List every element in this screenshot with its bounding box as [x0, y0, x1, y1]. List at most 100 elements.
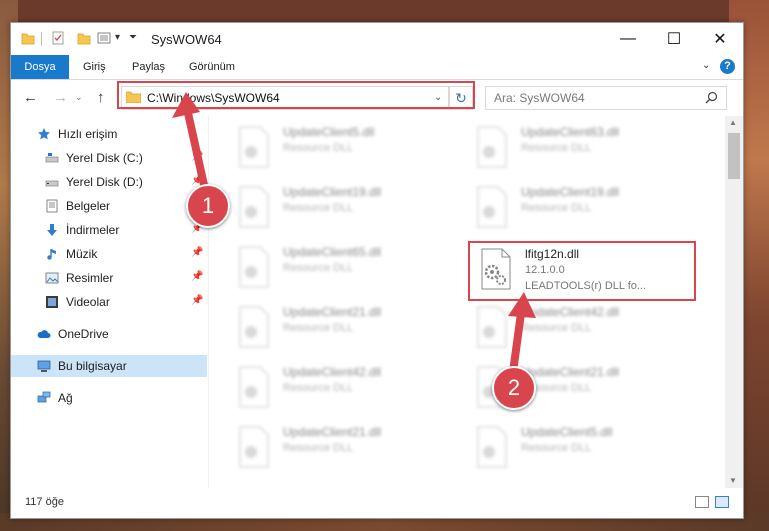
- vertical-scrollbar[interactable]: ▲ ▼: [725, 116, 743, 488]
- dll-file-icon: [239, 366, 269, 408]
- sidebar-item-label: Hızlı erişim: [58, 127, 118, 141]
- documents-icon: [46, 199, 58, 213]
- chevron-down-icon[interactable]: ▾: [115, 32, 120, 43]
- file-type: Resource DLL: [283, 142, 354, 154]
- help-icon[interactable]: ?: [720, 59, 735, 74]
- scroll-down-icon[interactable]: ▼: [729, 476, 737, 485]
- sidebar-item-label: Yerel Disk (D:): [66, 175, 143, 189]
- file-name: UpdateClient42.dll: [521, 305, 620, 319]
- sidebar-item-pictures[interactable]: Resimler 📌: [11, 267, 207, 289]
- file-tile[interactable]: UpdateClient65.dll Resource DLL: [231, 242, 461, 292]
- forward-arrow-icon[interactable]: →: [53, 89, 68, 106]
- video-icon: [46, 296, 58, 308]
- search-input[interactable]: Ara: SysWOW64: [485, 86, 727, 110]
- callout-badge-1: 1: [186, 184, 230, 228]
- sidebar-item-label: Videolar: [66, 295, 110, 309]
- pin-icon[interactable]: 📌: [191, 247, 203, 258]
- computer-icon: [37, 360, 51, 372]
- pin-icon[interactable]: 📌: [191, 271, 203, 282]
- file-name: UpdateClient21.dll: [283, 305, 382, 319]
- file-tile[interactable]: UpdateClient5.dll Resource DLL: [469, 422, 699, 472]
- sidebar-item-videos[interactable]: Videolar 📌: [11, 291, 207, 313]
- drive-icon: [45, 153, 59, 163]
- pin-icon[interactable]: 📌: [191, 295, 203, 306]
- file-type: Resource DLL: [521, 442, 592, 454]
- close-button[interactable]: ✕: [697, 23, 743, 55]
- tab-file[interactable]: Dosya: [11, 55, 69, 79]
- file-tile[interactable]: UpdateClient42.dll Resource DLL: [469, 302, 699, 352]
- file-type: Resource DLL: [521, 142, 592, 154]
- file-tile[interactable]: UpdateClient63.dll Resource DLL: [469, 122, 699, 172]
- file-type: Resource DLL: [283, 382, 354, 394]
- file-name: UpdateClient19.dll: [521, 185, 620, 199]
- file-name: UpdateClient19.dll: [283, 185, 382, 199]
- scrollbar-thumb[interactable]: [728, 133, 740, 179]
- customize-icon[interactable]: [97, 31, 111, 45]
- folder-icon[interactable]: [21, 31, 35, 45]
- sidebar-item-onedrive[interactable]: OneDrive: [11, 323, 207, 345]
- download-icon: [47, 224, 57, 236]
- sidebar-item-downloads[interactable]: İndirmeler 📌: [11, 219, 207, 241]
- sidebar-item-label: OneDrive: [58, 327, 109, 341]
- callout-badge-2: 2: [492, 366, 536, 410]
- sidebar-item-network[interactable]: Ağ: [11, 387, 207, 409]
- file-tile[interactable]: UpdateClient19.dll Resource DLL: [231, 182, 461, 232]
- file-tile[interactable]: UpdateClient21.dll Resource DLL: [231, 302, 461, 352]
- explorer-window: ▾ ⏷ SysWOW64 — ☐ ✕ Dosya Giriş Paylaş Gö…: [10, 22, 744, 519]
- dll-file-icon: [477, 126, 507, 168]
- sidebar-item-quick-access[interactable]: Hızlı erişim: [11, 123, 207, 145]
- tab-home[interactable]: Giriş: [83, 55, 106, 79]
- back-arrow-icon[interactable]: ←: [23, 89, 38, 106]
- pictures-icon: [45, 272, 59, 284]
- dll-file-icon: [239, 246, 269, 288]
- quick-access-dropdown-icon[interactable]: ⏷: [129, 32, 137, 43]
- file-highlight-box: [468, 241, 696, 301]
- minimize-button[interactable]: —: [605, 23, 651, 55]
- sidebar-item-this-pc[interactable]: Bu bilgisayar: [11, 355, 207, 377]
- music-icon: [47, 249, 56, 260]
- sidebar-item-local-disk-c[interactable]: Yerel Disk (C:) 📌: [11, 147, 207, 169]
- sidebar-item-label: Bu bilgisayar: [58, 359, 127, 373]
- title-bar: ▾ ⏷ SysWOW64 — ☐ ✕: [11, 23, 743, 55]
- drive-icon: [45, 180, 59, 187]
- details-view-icon[interactable]: [695, 496, 709, 508]
- file-tile[interactable]: UpdateClient42.dll Resource DLL: [231, 362, 461, 412]
- maximize-button[interactable]: ☐: [651, 23, 697, 55]
- recent-locations-icon[interactable]: ⌄: [75, 92, 83, 103]
- sidebar-item-label: Ağ: [58, 391, 73, 405]
- expand-ribbon-icon[interactable]: ⌄: [702, 60, 710, 71]
- dll-file-icon: [477, 306, 507, 348]
- scroll-up-icon[interactable]: ▲: [729, 118, 737, 127]
- search-icon: [705, 91, 718, 104]
- sidebar-item-music[interactable]: Müzik 📌: [11, 243, 207, 265]
- sidebar-item-documents[interactable]: Belgeler 📌: [11, 195, 207, 217]
- file-name: UpdateClient42.dll: [283, 365, 382, 379]
- address-highlight-box: [117, 81, 475, 109]
- properties-check-icon[interactable]: [51, 31, 65, 45]
- file-name: UpdateClient65.dll: [283, 245, 382, 259]
- sidebar-item-label: İndirmeler: [66, 223, 120, 237]
- network-icon: [37, 391, 51, 403]
- dll-file-icon: [477, 186, 507, 228]
- tab-view[interactable]: Görünüm: [189, 55, 235, 79]
- sidebar-item-label: Müzik: [66, 247, 98, 261]
- navigation-pane: Hızlı erişim Yerel Disk (C:) 📌 Yerel Dis…: [11, 116, 207, 488]
- file-tile[interactable]: UpdateClient21.dll Resource DLL: [231, 422, 461, 472]
- tiles-view-icon[interactable]: [715, 496, 729, 508]
- file-tile[interactable]: UpdateClient19.dll Resource DLL: [469, 182, 699, 232]
- pane-divider: [208, 116, 209, 488]
- dll-file-icon: [239, 426, 269, 468]
- sidebar-item-label: Belgeler: [66, 199, 111, 213]
- new-folder-icon[interactable]: [77, 31, 91, 45]
- up-arrow-icon[interactable]: ↑: [97, 89, 105, 106]
- tab-share[interactable]: Paylaş: [132, 55, 165, 79]
- star-icon: [38, 128, 50, 140]
- sidebar-item-label: Yerel Disk (C:): [66, 151, 143, 165]
- file-name: UpdateClient5.dll: [283, 125, 375, 139]
- sidebar-item-local-disk-d[interactable]: Yerel Disk (D:) 📌: [11, 171, 207, 193]
- dll-file-icon: [239, 126, 269, 168]
- pin-icon[interactable]: 📌: [191, 151, 203, 162]
- file-name: UpdateClient21.dll: [521, 365, 620, 379]
- file-tile[interactable]: UpdateClient5.dll Resource DLL: [231, 122, 461, 172]
- file-type: Resource DLL: [521, 322, 592, 334]
